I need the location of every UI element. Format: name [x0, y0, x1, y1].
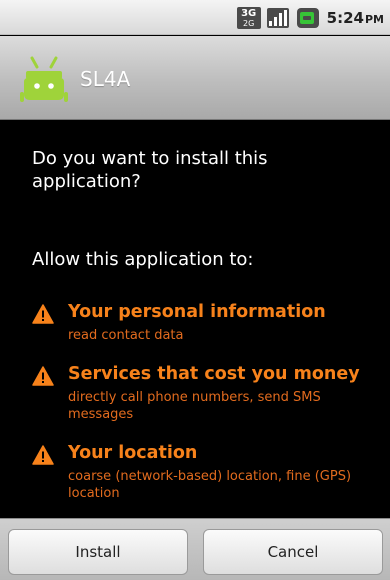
install-question: Do you want to install this application? — [32, 148, 268, 192]
signal-strength-icon — [266, 7, 289, 28]
permission-title: Your personal information — [68, 302, 326, 322]
network-sub-label: 2G — [243, 18, 255, 28]
allow-label: Allow this application to: — [32, 249, 254, 270]
network-type-icon: 3G 2G — [236, 6, 261, 29]
cancel-button[interactable]: Cancel — [203, 529, 383, 575]
button-bar: Install Cancel — [0, 518, 390, 580]
warning-icon — [32, 445, 54, 465]
android-robot-icon — [20, 56, 68, 102]
status-clock: 5:24PM — [327, 9, 384, 27]
status-icons: 3G 2G 5:24PM — [236, 0, 390, 35]
permission-title: Your location — [68, 443, 198, 463]
status-bar: 3G 2G 5:24PM — [0, 0, 390, 35]
clock-ampm: PM — [364, 12, 384, 26]
app-name: SL4A — [80, 67, 131, 91]
battery-icon — [296, 7, 319, 28]
permission-description: coarse (network-based) location, fine (G… — [68, 469, 352, 501]
clock-time: 5:24 — [326, 8, 364, 27]
warning-icon — [32, 366, 54, 386]
install-button[interactable]: Install — [8, 529, 188, 575]
install-screen: 3G 2G 5:24PM SL4A Do you want to install — [0, 0, 390, 580]
install-content: Do you want to install this application?… — [0, 120, 390, 518]
network-type-label: 3G — [241, 7, 257, 19]
permission-description: directly call phone numbers, send SMS me… — [68, 390, 321, 422]
permission-title: Services that cost you money — [68, 364, 360, 384]
title-bar: SL4A — [0, 36, 390, 120]
warning-icon — [32, 304, 54, 324]
permission-description: read contact data — [68, 328, 184, 343]
